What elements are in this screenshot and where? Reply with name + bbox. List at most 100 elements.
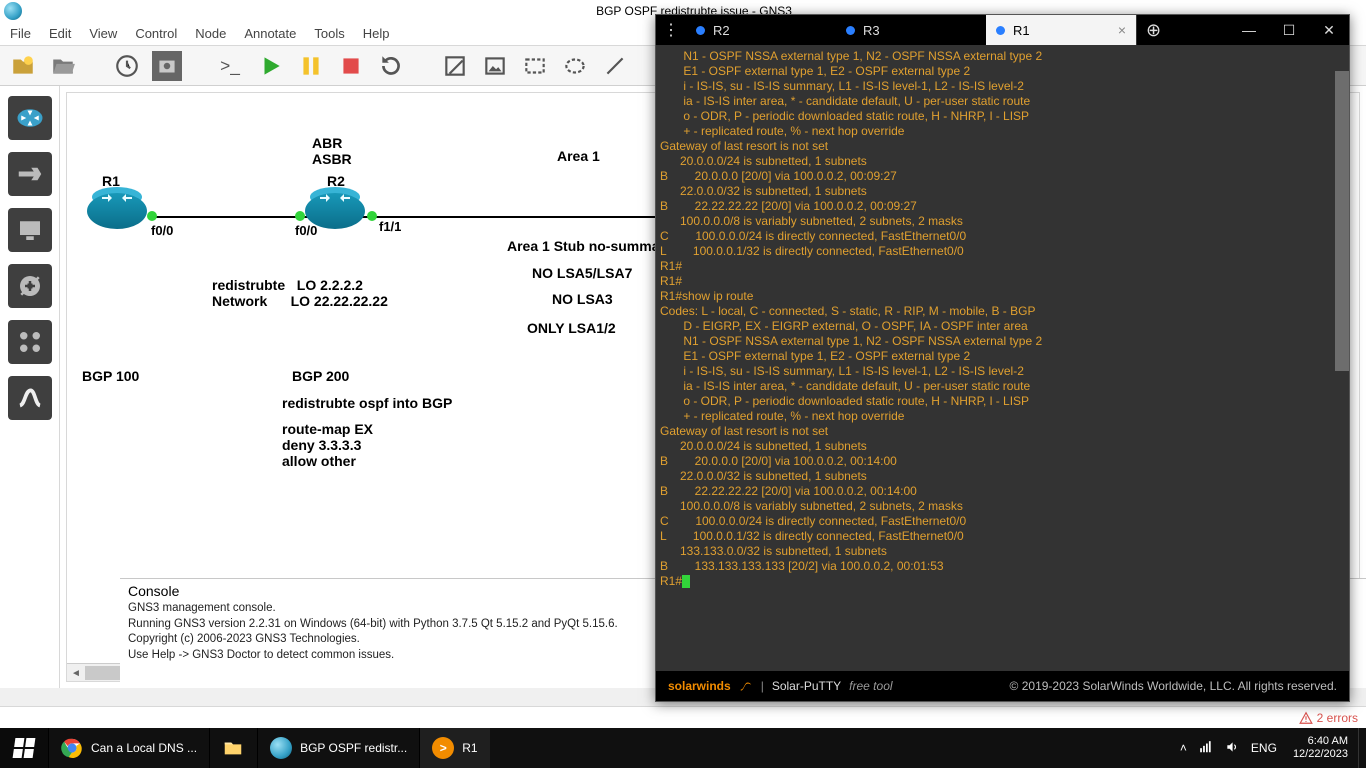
reload-all-icon[interactable] xyxy=(376,51,406,81)
label-only-lsa12: ONLY LSA1/2 xyxy=(527,320,616,336)
port-r2-f00: f0/0 xyxy=(295,223,317,238)
status-errors[interactable]: 2 errors xyxy=(1317,711,1358,725)
terminal-line: Gateway of last resort is not set xyxy=(660,139,1343,154)
taskbar-item-gns3[interactable]: BGP OSPF redistr... xyxy=(257,728,419,768)
menu-annotate[interactable]: Annotate xyxy=(244,26,296,41)
palette-switches-icon[interactable] xyxy=(8,152,52,196)
port-dot-r1-f00 xyxy=(147,211,157,221)
palette-routers-icon[interactable] xyxy=(8,96,52,140)
tab-r2[interactable]: R2 xyxy=(686,15,836,45)
window-close-icon[interactable]: ✕ xyxy=(1309,15,1349,45)
palette-security-icon[interactable] xyxy=(8,264,52,308)
terminal-line: B 133.133.133.133 [20/2] via 100.0.0.2, … xyxy=(660,559,1343,574)
menu-view[interactable]: View xyxy=(89,26,117,41)
label-no-lsa3: NO LSA3 xyxy=(552,291,613,307)
node-r1[interactable] xyxy=(87,193,147,231)
annotate-note-icon[interactable] xyxy=(440,51,470,81)
palette-link-icon[interactable] xyxy=(8,376,52,420)
annotate-ellipse-icon[interactable] xyxy=(560,51,590,81)
window-minimize-icon[interactable]: — xyxy=(1229,15,1269,45)
annotate-line-icon[interactable] xyxy=(600,51,630,81)
terminal-line: 22.0.0.0/32 is subnetted, 1 subnets xyxy=(660,184,1343,199)
gns3-icon xyxy=(270,737,292,759)
tray-lang[interactable]: ENG xyxy=(1251,741,1277,755)
explorer-icon xyxy=(222,737,244,759)
chrome-icon xyxy=(61,737,83,759)
terminal-line: o - ODR, P - periodic downloaded static … xyxy=(660,109,1343,124)
free-tool-label: free tool xyxy=(849,679,892,693)
device-palette xyxy=(0,86,60,688)
annotate-image-icon[interactable] xyxy=(480,51,510,81)
menu-file[interactable]: File xyxy=(10,26,31,41)
label-bgp200: BGP 200 xyxy=(292,368,349,384)
terminal-line: N1 - OSPF NSSA external type 1, N2 - OSP… xyxy=(660,49,1343,64)
putty-tabbar: ⋮ R2 R3 R1 × ⊕ — ☐ ✕ xyxy=(656,15,1349,45)
solarputty-window: ⋮ R2 R3 R1 × ⊕ — ☐ ✕ N1 - OSPF NSSA exter… xyxy=(655,14,1350,702)
terminal-line: B 22.22.22.22 [20/0] via 100.0.0.2, 00:0… xyxy=(660,199,1343,214)
clock-date: 12/22/2023 xyxy=(1293,748,1348,761)
status-dot-icon xyxy=(996,26,1005,35)
clock-icon[interactable] xyxy=(112,51,142,81)
tray-network-icon[interactable] xyxy=(1199,740,1213,757)
terminal-line: i - IS-IS, su - IS-IS summary, L1 - IS-I… xyxy=(660,79,1343,94)
terminal[interactable]: N1 - OSPF NSSA external type 1, N2 - OSP… xyxy=(656,45,1349,671)
terminal-line: + - replicated route, % - next hop overr… xyxy=(660,124,1343,139)
stop-all-icon[interactable] xyxy=(336,51,366,81)
taskbar-clock[interactable]: 6:40 AM 12/22/2023 xyxy=(1283,728,1358,768)
terminal-line: B 20.0.0.0 [20/0] via 100.0.0.2, 00:09:2… xyxy=(660,169,1343,184)
new-tab-button[interactable]: ⊕ xyxy=(1136,15,1170,45)
terminal-line: N1 - OSPF NSSA external type 1, N2 - OSP… xyxy=(660,334,1343,349)
open-project-icon[interactable] xyxy=(48,51,78,81)
node-r2-label: R2 xyxy=(327,173,345,189)
snapshot-icon[interactable] xyxy=(152,51,182,81)
taskbar-label: BGP OSPF redistr... xyxy=(300,741,407,755)
terminal-line: C 100.0.0.0/24 is directly connected, Fa… xyxy=(660,514,1343,529)
terminal-line: C 100.0.0.0/24 is directly connected, Fa… xyxy=(660,229,1343,244)
close-tab-icon[interactable]: × xyxy=(1118,22,1126,38)
taskbar-item-chrome[interactable]: Can a Local DNS ... xyxy=(48,728,209,768)
start-all-icon[interactable] xyxy=(256,51,286,81)
terminal-line: 100.0.0.0/8 is variably subnetted, 2 sub… xyxy=(660,499,1343,514)
new-project-icon[interactable] xyxy=(8,51,38,81)
tray-volume-icon[interactable] xyxy=(1225,740,1239,757)
window-maximize-icon[interactable]: ☐ xyxy=(1269,15,1309,45)
label-area1: Area 1 xyxy=(557,148,600,164)
menu-control[interactable]: Control xyxy=(135,26,177,41)
prompt: R1# xyxy=(660,574,682,588)
node-r1-label: R1 xyxy=(102,173,120,189)
gns3-statusbar: 2 errors xyxy=(0,706,1366,728)
palette-end-devices-icon[interactable] xyxy=(8,208,52,252)
scrollbar-thumb[interactable] xyxy=(1335,71,1349,371)
tray-chevron-up-icon[interactable]: ˄ xyxy=(1180,741,1187,755)
taskbar-item-explorer[interactable] xyxy=(209,728,257,768)
windows-logo-icon xyxy=(13,738,36,758)
menu-node[interactable]: Node xyxy=(195,26,226,41)
pause-all-icon[interactable] xyxy=(296,51,326,81)
menu-help[interactable]: Help xyxy=(363,26,390,41)
terminal-line: i - IS-IS, su - IS-IS summary, L1 - IS-I… xyxy=(660,364,1343,379)
terminal-line: ia - IS-IS inter area, * - candidate def… xyxy=(660,94,1343,109)
terminal-line: B 20.0.0.0 [20/0] via 100.0.0.2, 00:14:0… xyxy=(660,454,1343,469)
terminal-scrollbar[interactable] xyxy=(1335,45,1349,671)
console-all-icon[interactable]: >_ xyxy=(216,51,246,81)
solarwinds-logo-icon xyxy=(739,679,753,693)
tab-r3[interactable]: R3 xyxy=(836,15,986,45)
port-r2-f11: f1/1 xyxy=(379,219,401,234)
show-desktop-button[interactable] xyxy=(1358,728,1366,768)
palette-all-icon[interactable] xyxy=(8,320,52,364)
brand-solarwinds: solarwinds xyxy=(668,679,731,693)
terminal-line: R1#show ip route xyxy=(660,289,1343,304)
menu-edit[interactable]: Edit xyxy=(49,26,71,41)
menu-tools[interactable]: Tools xyxy=(314,26,344,41)
svg-text:>_: >_ xyxy=(220,55,240,75)
tab-label: R1 xyxy=(1013,23,1030,38)
wire-r1-r2 xyxy=(152,216,672,218)
system-tray[interactable]: ˄ ENG xyxy=(1174,728,1283,768)
tab-r1[interactable]: R1 × xyxy=(986,15,1136,45)
scroll-left-icon[interactable]: ◄ xyxy=(67,664,85,682)
putty-menu-icon[interactable]: ⋮ xyxy=(656,15,686,45)
tab-label: R3 xyxy=(863,23,880,38)
start-button[interactable] xyxy=(0,728,48,768)
taskbar-item-putty[interactable]: > R1 xyxy=(419,728,489,768)
annotate-rect-icon[interactable] xyxy=(520,51,550,81)
